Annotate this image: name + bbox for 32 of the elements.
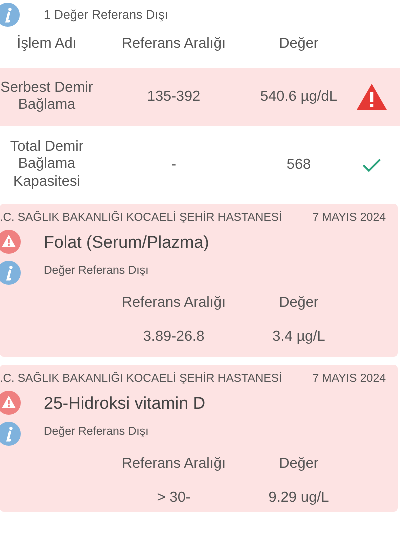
date-text: 7 MAYIS 2024 — [312, 212, 386, 224]
status-text: Değer Referans Dışı — [44, 426, 150, 438]
table-cell-text: 568 — [286, 157, 312, 173]
table-cell-text: 9.29 ug/L — [268, 490, 330, 506]
date-text: 7 MAYIS 2024 — [312, 373, 386, 385]
table-cell: Serbest Demir Bağlama — [0, 80, 94, 114]
table-cell-text: Total Demir Bağlama Kapasitesi — [9, 138, 85, 192]
table-cell-text: - — [170, 157, 178, 173]
status-text: Değer Referans Dışı — [44, 265, 150, 277]
column-header: İşlem Adı — [16, 36, 78, 52]
table-cell-text: 3.4 µg/L — [272, 329, 326, 345]
warning-icon — [0, 230, 21, 254]
column-header: Referans Aralığı — [121, 456, 227, 472]
info-icon — [0, 422, 21, 446]
column-header: Referans Aralığı — [121, 36, 227, 52]
hospital-name: .C. SAĞLIK BAKANLIĞI KOCAELİ ŞEHİR HASTANESİ — [0, 373, 282, 385]
hospital-name: .C. SAĞLIK BAKANLIĞI KOCAELİ ŞEHİR HASTANESİ — [0, 212, 282, 224]
test-name: Folat (Serum/Plazma) — [44, 233, 210, 253]
table-cell-text: 540.6 µg/dL — [260, 89, 338, 105]
column-header: Değer — [278, 36, 320, 52]
table-cell-text: > 30- — [156, 490, 192, 506]
warning-icon — [356, 83, 388, 111]
column-header: Değer — [278, 295, 320, 311]
table-cell-text: 3.89-26.8 — [142, 329, 206, 345]
warning-icon — [0, 391, 21, 415]
test-name: 25-Hidroksi vitamin D — [44, 394, 206, 414]
table-cell-text: 135-392 — [146, 89, 202, 105]
summary-text: 1 Değer Referans Dışı — [44, 8, 168, 22]
info-icon — [0, 3, 20, 27]
column-header: Değer — [278, 456, 320, 472]
info-icon — [0, 261, 21, 285]
column-header: Referans Aralığı — [121, 295, 227, 311]
